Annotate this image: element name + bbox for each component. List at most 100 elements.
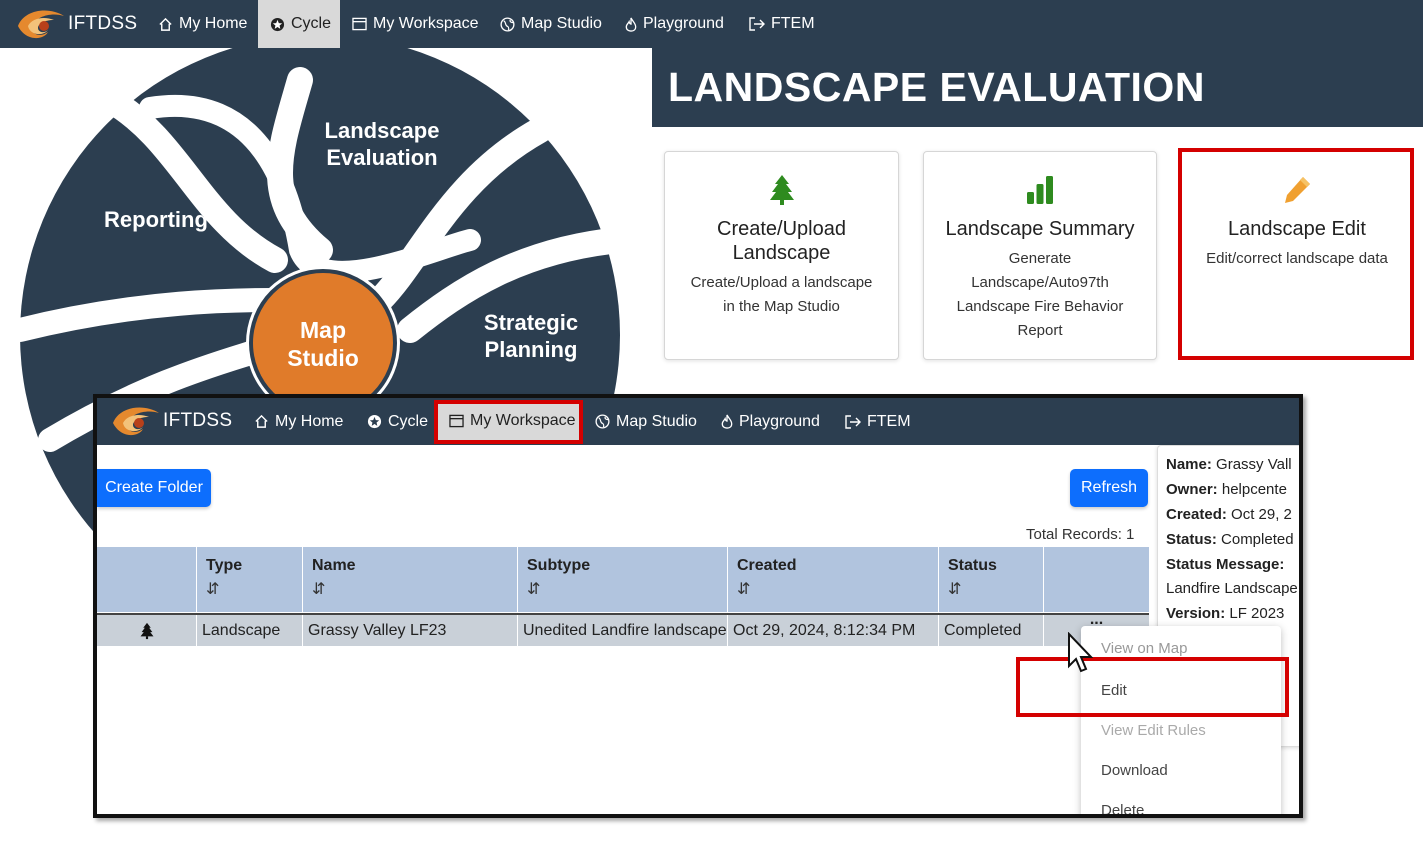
cell-name: Grassy Valley LF23: [302, 615, 517, 646]
home-icon: [255, 414, 268, 428]
detail-value: helpcente: [1221, 481, 1287, 498]
nav-playground[interactable]: Playground: [709, 398, 829, 445]
detail-label: Version:: [1166, 605, 1226, 622]
center-label-line2: Studio: [287, 345, 359, 371]
nav-label: Cycle: [388, 412, 429, 430]
card-title: Landscape Summary: [945, 218, 1135, 240]
nav-label: Map Studio: [521, 15, 602, 32]
home-icon: [159, 17, 172, 31]
nav-my-home[interactable]: My Home: [242, 398, 350, 445]
th-status[interactable]: Status ⇵: [938, 547, 1043, 612]
globe-icon: [500, 16, 515, 32]
row-icon-cell: [97, 615, 196, 646]
detail-label: Status Message:: [1166, 556, 1285, 573]
table-header: Type ⇵ Name ⇵ Subtype ⇵ Created ⇵ Status…: [97, 547, 1149, 612]
sort-icon[interactable]: ⇵: [312, 579, 517, 599]
detail-label: Name:: [1166, 456, 1212, 473]
segment-landscape-evaluation-line1: Landscape: [325, 118, 440, 143]
detail-label: Owner:: [1166, 481, 1218, 498]
detail-name: Name: Grassy Vall: [1166, 456, 1292, 473]
th-created[interactable]: Created ⇵: [727, 547, 938, 612]
cell-subtype: Unedited Landfire landscape: [517, 615, 727, 646]
highlight-landscape-edit: [1178, 148, 1414, 360]
nav-my-home[interactable]: My Home: [146, 0, 258, 48]
nav-label: FTEM: [771, 15, 815, 32]
nav-label: Map Studio: [616, 412, 697, 430]
nav-map-studio[interactable]: Map Studio: [488, 0, 613, 48]
th-subtype[interactable]: Subtype ⇵: [517, 547, 727, 612]
card-description: Generate Landscape/Auto97th Landscape Fi…: [924, 247, 1156, 343]
nav-label: My Home: [275, 412, 344, 430]
th-label: Name: [312, 557, 356, 574]
card-create-upload-landscape[interactable]: Create/Upload Landscape Create/Upload a …: [664, 151, 899, 360]
nav-ftem[interactable]: FTEM: [833, 398, 917, 445]
th-icon: [97, 547, 196, 612]
workspace-screenshot: IFTDSS My Home Cycle My Workspace Map St…: [93, 394, 1303, 818]
top-navbar: IFTDSS My Home Cycle My Workspace Map St…: [0, 0, 1423, 48]
card-title-line: Create/Upload: [717, 218, 846, 240]
export-icon: [749, 17, 765, 31]
row-actions-menu: View on Map Edit View Edit Rules Downloa…: [1081, 626, 1281, 814]
create-folder-button[interactable]: Create Folder: [97, 469, 211, 507]
card-title: Create/Upload Landscape: [665, 217, 898, 265]
sort-icon[interactable]: ⇵: [527, 579, 727, 599]
th-label: Created: [737, 557, 797, 574]
card-desc-line: Generate: [1008, 250, 1072, 267]
th-name[interactable]: Name ⇵: [302, 547, 517, 612]
workspace-navbar: IFTDSS My Home Cycle My Workspace Map St…: [97, 398, 1299, 445]
nav-playground[interactable]: Playground: [613, 0, 737, 48]
menu-view-on-map[interactable]: View on Map: [1101, 640, 1187, 657]
detail-label: Created:: [1166, 506, 1227, 523]
detail-label: Status:: [1166, 531, 1217, 548]
detail-version: Version: LF 2023: [1166, 605, 1284, 622]
card-description: Create/Upload a landscape in the Map Stu…: [665, 271, 898, 319]
sort-icon[interactable]: ⇵: [737, 579, 938, 599]
sort-icon[interactable]: ⇵: [206, 579, 302, 599]
detail-value: LF 2023: [1229, 605, 1285, 622]
flame-logo-icon: [113, 407, 159, 436]
nav-ftem[interactable]: FTEM: [737, 0, 821, 48]
detail-status-message-value: Landfire Landscape: [1166, 580, 1298, 597]
th-label: Type: [206, 557, 243, 574]
detail-status-message: Status Message:: [1166, 556, 1284, 573]
card-landscape-summary[interactable]: Landscape Summary Generate Landscape/Aut…: [923, 151, 1157, 360]
nav-cycle[interactable]: Cycle: [258, 0, 340, 48]
nav-my-workspace[interactable]: My Workspace: [340, 0, 488, 48]
menu-view-edit-rules[interactable]: View Edit Rules: [1101, 722, 1206, 739]
th-actions: [1043, 547, 1149, 612]
cycle-icon: [367, 414, 382, 429]
cycle-icon: [270, 17, 285, 31]
th-type[interactable]: Type ⇵: [196, 547, 302, 612]
menu-delete[interactable]: Delete: [1101, 802, 1144, 814]
export-icon: [845, 414, 861, 429]
sort-icon[interactable]: ⇵: [948, 579, 1043, 599]
detail-created: Created: Oct 29, 2: [1166, 506, 1292, 523]
card-desc-line: in the Map Studio: [723, 298, 840, 315]
card-title-line: Landscape: [732, 242, 831, 264]
cell-type: Landscape: [196, 615, 302, 646]
tree-icon: [769, 175, 794, 205]
flame-logo-icon: [18, 10, 64, 39]
segment-landscape-evaluation-line2: Evaluation: [326, 145, 437, 170]
nav-label: FTEM: [867, 412, 911, 430]
nav-map-studio[interactable]: Map Studio: [583, 398, 705, 445]
mouse-cursor-icon: [1068, 632, 1093, 673]
nav-cycle[interactable]: Cycle: [355, 398, 435, 445]
nav-label: Playground: [739, 412, 820, 430]
window-icon: [352, 17, 367, 31]
iftdss-logo[interactable]: IFTDSS: [109, 403, 232, 439]
refresh-button[interactable]: Refresh: [1070, 469, 1148, 507]
fire-icon: [721, 414, 733, 429]
detail-value: Completed: [1221, 531, 1294, 548]
highlight-edit-menu: [1016, 657, 1289, 717]
cell-status: Completed: [938, 615, 1043, 646]
fire-icon: [625, 17, 637, 32]
cell-created: Oct 29, 2024, 8:12:34 PM: [727, 615, 938, 646]
total-records: Total Records: 1: [1026, 526, 1135, 543]
app-name: IFTDSS: [163, 410, 233, 431]
th-label: Subtype: [527, 557, 591, 574]
iftdss-logo[interactable]: IFTDSS: [14, 6, 137, 42]
menu-download[interactable]: Download: [1101, 762, 1168, 779]
table-row[interactable]: Landscape Grassy Valley LF23 Unedited La…: [97, 612, 1149, 646]
globe-icon: [595, 414, 610, 429]
